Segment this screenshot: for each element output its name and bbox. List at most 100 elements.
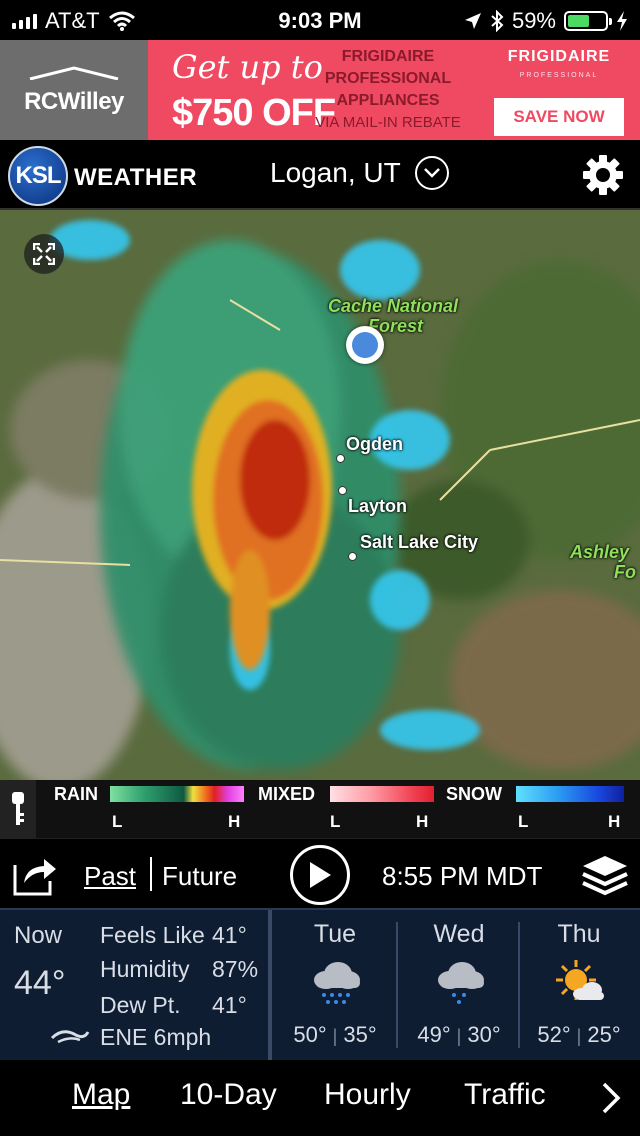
ad-banner[interactable]: RCWilley Get up to $750 OFF FRIGIDAIRE P… [0, 40, 640, 140]
dew-point-value: 41° [212, 992, 247, 1018]
logo-wordmark: WEATHER [74, 164, 198, 191]
app-header: KSL WEATHER Logan, UT [0, 140, 640, 210]
legend-rain-label: RAIN [54, 784, 98, 804]
forecast-high: 50° [293, 1022, 327, 1047]
battery-fill [568, 15, 590, 27]
frigidaire-logo: FRIGIDAIRE [507, 48, 611, 65]
bluetooth-icon [491, 10, 504, 32]
temp-separator: | [576, 1026, 582, 1046]
map-label-salt-lake-city: Salt Lake City [360, 532, 479, 552]
location-name: Logan, UT [270, 157, 401, 188]
legend-snow-label: SNOW [446, 784, 502, 804]
chevron-right-icon[interactable] [600, 1082, 622, 1114]
forecast-day-name: Wed [433, 920, 485, 948]
now-label: Now [14, 922, 63, 949]
map-label-cache-forest: Cache National [328, 296, 459, 316]
wind-icon [50, 1030, 90, 1044]
past-toggle[interactable]: Past [84, 861, 136, 892]
status-right: 59% [464, 8, 628, 34]
humidity-label: Humidity [100, 956, 190, 982]
forecast-low: 30° [467, 1022, 501, 1047]
expand-icon [33, 243, 55, 265]
rcwilley-logo: RCWilley [0, 40, 148, 140]
forecast-temps: 52° | 25° [518, 1022, 640, 1048]
feels-like-label: Feels Like [100, 922, 205, 948]
legend-rain-high: H [228, 812, 241, 831]
forecast-day[interactable]: Thu 52° | 25° [518, 910, 640, 1060]
radar-map[interactable]: Cache National Forest Ogden Layton Salt … [0, 210, 640, 780]
share-icon[interactable] [12, 851, 58, 897]
fullscreen-button[interactable] [24, 234, 64, 274]
city-dot-layton [338, 486, 347, 495]
map-label-ogden: Ogden [346, 434, 403, 454]
city-dot-slc [348, 552, 357, 561]
nav-traffic[interactable]: Traffic [464, 1078, 546, 1112]
radar-map-image [0, 210, 640, 780]
legend-mixed-bar [330, 786, 434, 802]
future-toggle[interactable]: Future [162, 861, 237, 892]
partly-sunny-icon [556, 960, 604, 1000]
radar-legend: RAIN L H MIXED L H SNOW L H [0, 780, 640, 838]
forecast-high: 49° [417, 1022, 451, 1047]
legend-mixed-low: L [330, 812, 341, 831]
nav-hourly[interactable]: Hourly [324, 1078, 411, 1112]
ad-rebate: VIA MAIL-IN REBATE [315, 114, 461, 131]
ad-offer-line1: Get up to [172, 48, 323, 86]
city-dot-ogden [336, 454, 345, 463]
feels-like-value: 41° [212, 922, 247, 948]
map-label-ashley-2: Fo [614, 562, 636, 582]
ad-offer-line2: $750 OFF [172, 92, 336, 134]
layers-icon[interactable] [580, 853, 630, 897]
forecast-low: 35° [343, 1022, 377, 1047]
nav-map[interactable]: Map [72, 1078, 130, 1112]
gear-icon[interactable] [582, 154, 624, 196]
humidity-value: 87% [212, 956, 259, 982]
rain-cloud-icon [314, 962, 360, 1004]
frigidaire-logo-sub: PROFESSIONAL [519, 72, 599, 79]
location-selector[interactable]: Logan, UT [270, 156, 449, 190]
wind-value: ENE 6mph [100, 1024, 212, 1050]
ksl-logo: KSL [8, 146, 68, 206]
ad-product-line2: PROFESSIONAL [324, 70, 452, 87]
status-bar: AT&T 9:03 PM 59% [0, 0, 640, 40]
ad-product-line1: FRIGIDAIRE [341, 48, 435, 65]
playback-controls: Past Future 8:55 PM MDT [0, 838, 640, 910]
ad-product-text: FRIGIDAIRE PROFESSIONAL APPLIANCES VIA M… [314, 46, 462, 134]
legend-rain-bar [110, 786, 244, 802]
roof-icon [29, 66, 119, 80]
forecast-low: 25° [587, 1022, 621, 1047]
ad-brand: RCWilley [24, 88, 124, 115]
conditions-divider [268, 910, 272, 1060]
chevron-down-icon[interactable] [414, 156, 449, 190]
ad-product-line3: APPLIANCES [336, 92, 440, 109]
map-label-ashley: Ashley [570, 542, 630, 562]
legend-mixed-label: MIXED [258, 784, 316, 804]
temp-separator: | [456, 1026, 462, 1046]
forecast-temps: 50° | 35° [274, 1022, 396, 1048]
radar-timestamp: 8:55 PM MDT [382, 861, 543, 891]
ad-promo[interactable]: Get up to $750 OFF FRIGIDAIRE PROFESSION… [148, 40, 640, 140]
current-location-pin [346, 326, 384, 364]
map-label-layton: Layton [348, 496, 408, 516]
play-button[interactable] [290, 845, 350, 905]
conditions-panel: Now 44° Feels Like 41° Humidity 87% Dew … [0, 910, 640, 1060]
legend-snow-bar [516, 786, 624, 802]
current-temperature: 44° [14, 964, 66, 1002]
rain-cloud-icon [438, 962, 484, 1004]
dew-point-label: Dew Pt. [100, 992, 181, 1018]
charging-icon [617, 11, 627, 31]
save-now-button[interactable]: SAVE NOW [494, 98, 624, 136]
key-icon[interactable] [0, 780, 36, 838]
toggle-divider [150, 857, 152, 891]
location-arrow-icon [464, 13, 481, 29]
forecast-day-name: Thu [557, 920, 601, 948]
forecast-high: 52° [537, 1022, 571, 1047]
legend-snow-high: H [608, 812, 621, 831]
forecast-day[interactable]: Tue 50° | 35° [274, 910, 396, 1060]
forecast-temps: 49° | 30° [398, 1022, 520, 1048]
forecast-day[interactable]: Wed 49° | 30° [398, 910, 520, 1060]
temp-separator: | [332, 1026, 338, 1046]
battery-percent: 59% [511, 8, 556, 33]
forecast-day-name: Tue [313, 920, 357, 948]
nav-10-day[interactable]: 10-Day [180, 1078, 277, 1112]
